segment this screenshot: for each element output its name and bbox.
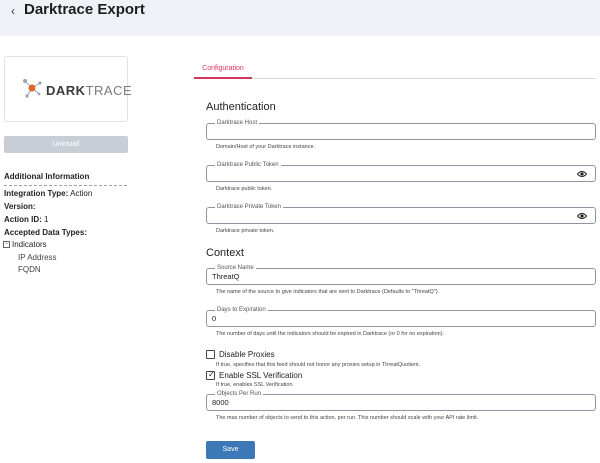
accepted-data-types: Accepted Data Types: (4, 228, 87, 237)
field-hint: The name of the source to give indicator… (216, 289, 440, 295)
public-token-input[interactable]: Darktrace Public Token (206, 161, 596, 182)
field-hint: If true, specifies that this feed should… (216, 362, 421, 368)
field-hint: The max number of objects to send to thi… (216, 415, 479, 421)
logo-wordmark: DARKTRACE (46, 83, 133, 98)
additional-info-title: Additional Information (4, 172, 127, 186)
checkbox-label: Disable Proxies (219, 350, 275, 359)
version: Version: (4, 202, 36, 211)
page-header: ‹ Darktrace Export (0, 0, 600, 36)
tree-item: FQDN (18, 265, 41, 274)
objects-per-run-input[interactable]: Objects Per Run 8000 (206, 390, 596, 411)
darktrace-logo-icon (23, 79, 42, 98)
tree-item: IP Address (18, 253, 57, 262)
field-value: ThreatQ (212, 272, 240, 281)
context-heading: Context (206, 247, 244, 259)
page-title: Darktrace Export (24, 1, 145, 18)
field-label: Darktrace Public Token (215, 161, 281, 169)
integration-logo: DARKTRACE (4, 56, 132, 122)
page: ‹ Darktrace Export DARKTRACE Uninstall A… (0, 0, 600, 463)
back-chevron-icon[interactable]: ‹ (6, 4, 20, 18)
field-label: Source Name (215, 264, 256, 272)
field-label: Darktrace Private Token (215, 203, 283, 211)
tab-configuration[interactable]: Configuration (194, 62, 252, 79)
field-label: Darktrace Host (215, 119, 260, 127)
integration-type: Integration Type: Action (4, 189, 93, 198)
tab-bar: Configuration (194, 62, 596, 79)
field-hint: Domain/Host of your Darktrace instance. (216, 144, 316, 150)
source-name-input[interactable]: Source Name ThreatQ (206, 264, 596, 285)
field-label: Days to Expiration (215, 306, 268, 314)
disable-proxies-checkbox[interactable] (206, 350, 215, 359)
darktrace-host-input[interactable]: Darktrace Host (206, 119, 596, 140)
field-hint: Darktrace private token. (216, 228, 275, 234)
uninstall-button[interactable]: Uninstall (4, 136, 128, 153)
enable-ssl-checkbox[interactable] (206, 370, 215, 380)
field-hint: If true, enables SSL Verification (216, 382, 293, 388)
field-label: Objects Per Run (215, 390, 264, 398)
field-value: 8000 (212, 398, 229, 407)
save-button[interactable]: Save (206, 441, 255, 459)
eye-icon[interactable] (577, 212, 587, 220)
private-token-input[interactable]: Darktrace Private Token (206, 203, 596, 224)
tree-label-indicators: Indicators (12, 240, 47, 249)
field-value: 0 (212, 314, 217, 323)
collapse-icon[interactable]: − (3, 241, 10, 248)
days-to-expiration-input[interactable]: Days to Expiration 0 (206, 306, 596, 327)
authentication-heading: Authentication (206, 101, 276, 113)
checkbox-label: Enable SSL Verification (219, 371, 303, 380)
field-hint: The number of days until the indicators … (216, 331, 445, 337)
action-id: Action ID: 1 (4, 215, 49, 224)
eye-icon[interactable] (577, 170, 587, 178)
field-hint: Darktrace public token. (216, 186, 273, 192)
